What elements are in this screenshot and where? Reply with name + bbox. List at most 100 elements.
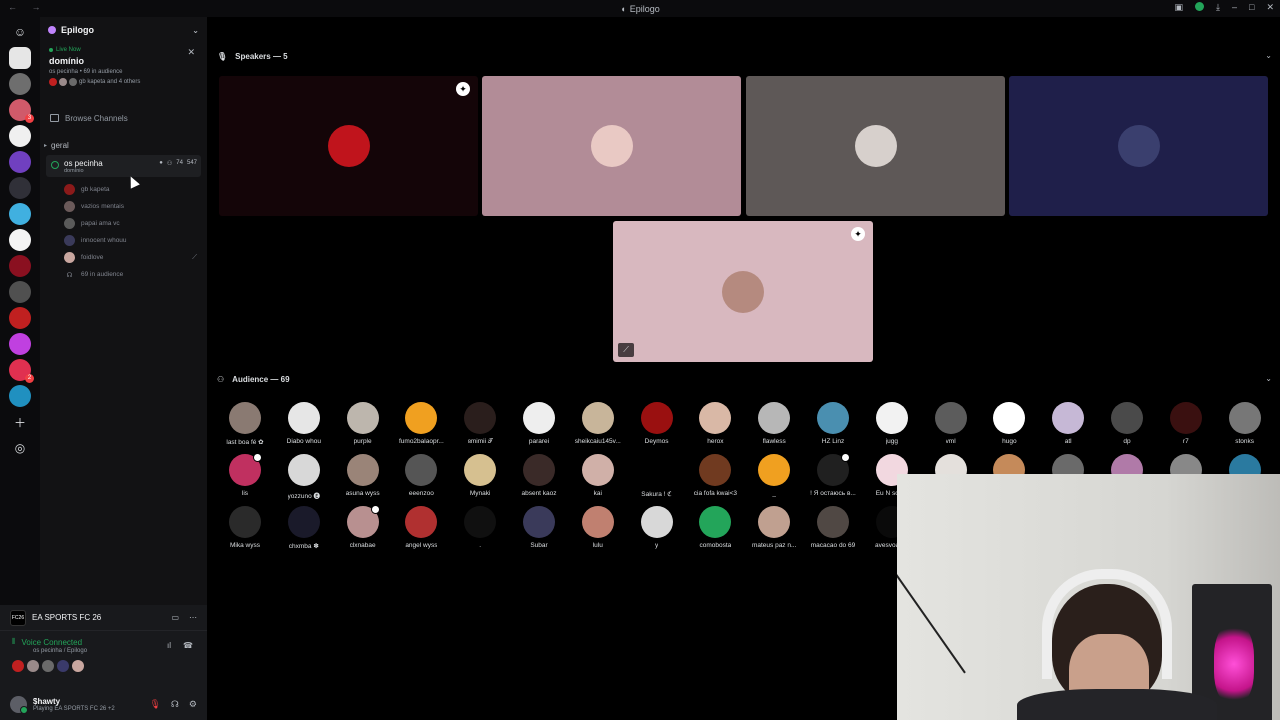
audience-member[interactable]: jugg bbox=[862, 402, 922, 445]
speaker-tile[interactable] bbox=[1009, 76, 1268, 216]
server-icon[interactable] bbox=[9, 47, 31, 69]
audience-header: ⚇ Audience — 69 bbox=[217, 372, 290, 386]
audience-member[interactable]: asuna wyss bbox=[333, 454, 393, 497]
server-icon[interactable] bbox=[9, 255, 31, 277]
server-icon[interactable] bbox=[9, 151, 31, 173]
audience-member[interactable]: absent kaoz bbox=[509, 454, 569, 497]
audience-member[interactable]: sheikcaiu145v... bbox=[568, 402, 628, 445]
server-icon[interactable] bbox=[9, 125, 31, 147]
audience-member[interactable]: hugo bbox=[979, 402, 1039, 445]
stage-channel-os-pecinha[interactable]: os pecinha domínio ● ⚇ 74 547 bbox=[46, 155, 201, 177]
audience-member[interactable]: Subar bbox=[509, 506, 569, 549]
audience-name: flawless bbox=[762, 438, 786, 445]
disconnect-icon[interactable]: ☎ bbox=[183, 641, 193, 650]
audience-name: clxnabae bbox=[349, 542, 376, 549]
discord-home-icon[interactable]: ☺ bbox=[9, 21, 31, 43]
live-now-card[interactable]: Live Now domínio os pecinha • 69 in audi… bbox=[44, 43, 203, 99]
channel-speaker[interactable]: vazios mentais bbox=[64, 198, 207, 215]
channel-status: domínio bbox=[64, 167, 84, 174]
audience-member[interactable]: chxmba ✽ bbox=[274, 506, 334, 550]
add-server-icon[interactable]: ＋ bbox=[9, 411, 31, 433]
channel-speaker[interactable]: papai ama vc bbox=[64, 215, 207, 232]
speaker-tile[interactable] bbox=[482, 76, 741, 216]
audience-member[interactable]: comobosta bbox=[685, 506, 745, 549]
avatar[interactable] bbox=[10, 696, 28, 714]
channel-audience-row[interactable]: ☊ 69 in audience bbox=[64, 266, 207, 283]
chat-icon[interactable]: ● bbox=[159, 160, 163, 167]
chevron-down-icon[interactable]: ⌄ bbox=[1265, 374, 1272, 383]
server-icon[interactable]: 2 bbox=[9, 359, 34, 383]
audience-member[interactable]: Diabo whou bbox=[274, 402, 334, 445]
chevron-down-icon[interactable]: ⌄ bbox=[1265, 51, 1272, 60]
server-icon[interactable] bbox=[9, 177, 31, 199]
close-icon[interactable]: ✕ bbox=[1266, 2, 1274, 13]
audience-member[interactable]: stonks bbox=[1215, 402, 1275, 445]
audience-member[interactable]: HZ Linz bbox=[803, 402, 863, 445]
audience-member[interactable]: vml bbox=[921, 402, 981, 445]
avatar bbox=[758, 454, 791, 486]
help-icon[interactable] bbox=[1195, 2, 1205, 11]
speaker-tile[interactable] bbox=[746, 76, 1005, 216]
close-icon[interactable]: ✕ bbox=[187, 47, 195, 58]
audience-member[interactable]: herox bbox=[685, 402, 745, 445]
audience-member[interactable]: Sakura ! ℭ bbox=[627, 454, 687, 498]
speaker-tile[interactable]: ✦ bbox=[219, 76, 478, 216]
explore-icon[interactable]: ◎ bbox=[9, 437, 31, 459]
server-header[interactable]: Epilogo ⌄ bbox=[40, 17, 207, 43]
server-icon[interactable] bbox=[9, 307, 31, 329]
audience-member[interactable]: mateus paz n... bbox=[744, 506, 804, 549]
audience-member[interactable]: pararei bbox=[509, 402, 569, 445]
audience-member[interactable]: last boa fé ✿ bbox=[215, 402, 275, 446]
audience-member[interactable]: . bbox=[450, 506, 510, 549]
avatar bbox=[590, 125, 633, 167]
headphones-icon[interactable]: ☊ bbox=[171, 699, 179, 710]
audience-member[interactable]: r7 bbox=[1156, 402, 1216, 445]
noise-suppression-icon[interactable]: ıl bbox=[167, 641, 171, 650]
server-icon[interactable]: 3 bbox=[9, 99, 34, 123]
download-icon[interactable]: ⤓ bbox=[1216, 2, 1220, 13]
category-geral[interactable]: ▸ geral bbox=[44, 139, 207, 151]
server-icon[interactable] bbox=[9, 229, 31, 251]
audience-member[interactable]: cia fofa kwai<3 bbox=[685, 454, 745, 497]
audience-member[interactable]: macacao do 69 bbox=[803, 506, 863, 549]
server-icon[interactable] bbox=[9, 203, 31, 225]
server-icon[interactable] bbox=[9, 73, 31, 95]
audience-member[interactable]: Deymos bbox=[627, 402, 687, 445]
audience-member[interactable]: angel wyss bbox=[391, 506, 451, 549]
screen-share-icon[interactable]: ▭ bbox=[171, 613, 179, 622]
nav-arrows[interactable]: ← → bbox=[8, 2, 47, 12]
audience-member[interactable]: atl bbox=[1038, 402, 1098, 445]
inbox-icon[interactable]: ▣ bbox=[1175, 2, 1184, 13]
audience-member[interactable]: ɞmimii 𝓣 bbox=[450, 402, 510, 446]
audience-member[interactable]: clxnabae bbox=[333, 505, 393, 549]
audience-member[interactable]: kai bbox=[568, 454, 628, 497]
server-icon[interactable] bbox=[9, 333, 31, 355]
audience-member[interactable]: fumo2balaopr... bbox=[391, 402, 451, 445]
audience-member[interactable]: purple bbox=[333, 402, 393, 445]
server-icon[interactable] bbox=[9, 281, 31, 303]
audience-member[interactable]: lis bbox=[215, 453, 275, 497]
audience-member[interactable]: y bbox=[627, 506, 687, 549]
more-icon[interactable]: ⋯ bbox=[189, 613, 197, 622]
gear-icon[interactable]: ⚙ bbox=[189, 699, 197, 710]
mic-muted-icon[interactable]: 🎙 bbox=[149, 699, 160, 710]
audience-member[interactable]: flawless bbox=[744, 402, 804, 445]
channel-speaker[interactable]: foidlove ⟋ bbox=[64, 249, 207, 266]
audience-member[interactable]: lulu bbox=[568, 506, 628, 549]
audience-member[interactable]: Mynaki bbox=[450, 454, 510, 497]
audience-member[interactable]: dp bbox=[1097, 402, 1157, 445]
browse-channels[interactable]: Browse Channels bbox=[46, 109, 201, 127]
audience-member[interactable]: Mika wyss bbox=[215, 506, 275, 549]
avatar bbox=[581, 454, 614, 486]
speaker-tile[interactable]: ✦ ⟋ bbox=[613, 221, 873, 362]
activity-row[interactable]: FC26 EA SPORTS FC 26 ▭ ⋯ bbox=[0, 605, 207, 631]
maximize-icon[interactable]: □ bbox=[1249, 2, 1254, 13]
audience-member[interactable]: _ bbox=[744, 454, 804, 497]
audience-member[interactable]: yozzuno 🅔 bbox=[274, 454, 334, 500]
server-icon[interactable] bbox=[9, 385, 31, 407]
minimize-icon[interactable]: – bbox=[1232, 2, 1237, 13]
audience-member[interactable]: eeenzoo bbox=[391, 454, 451, 497]
audience-member[interactable]: ! Я остаюсь в... bbox=[803, 453, 863, 497]
channel-speaker[interactable]: innocent whouu bbox=[64, 232, 207, 249]
game-name: EA SPORTS FC 26 bbox=[32, 613, 102, 622]
